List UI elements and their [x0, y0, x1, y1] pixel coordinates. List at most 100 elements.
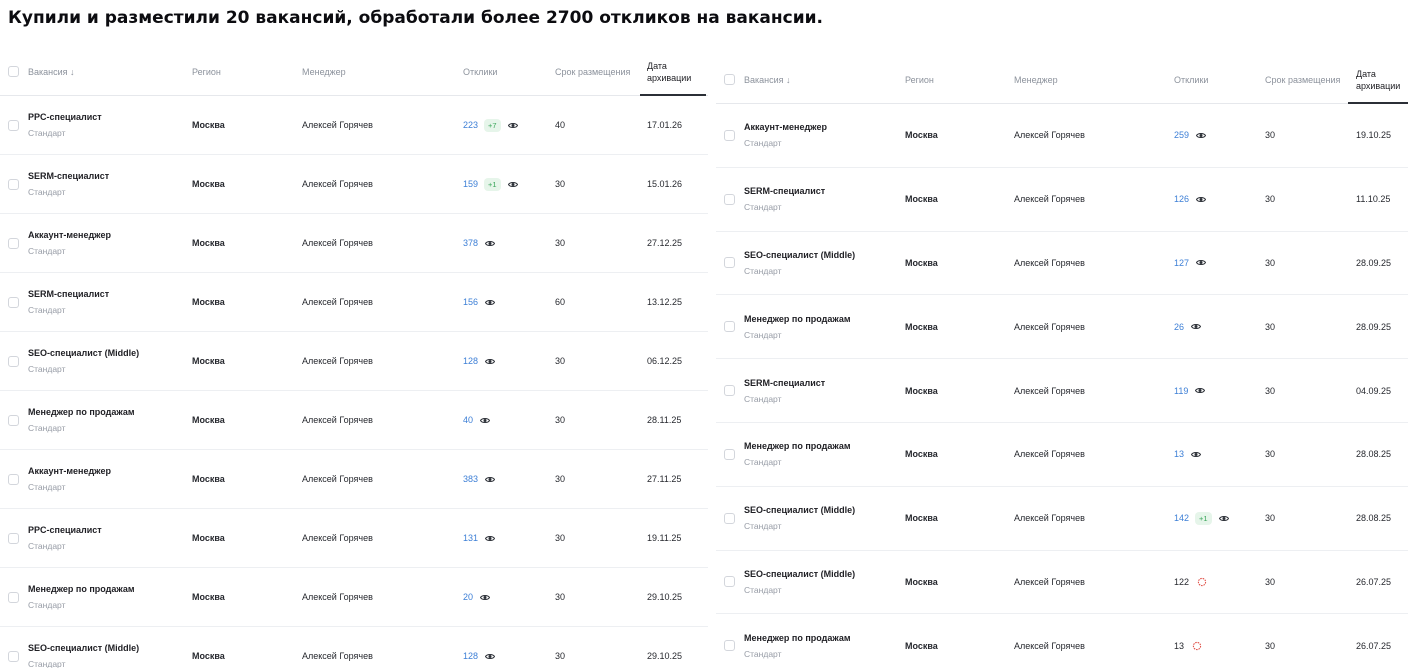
eye-icon[interactable]	[1196, 132, 1207, 139]
vacancy-title[interactable]: SERM-специалист	[28, 289, 109, 299]
eye-icon[interactable]	[485, 299, 496, 306]
vacancy-cell[interactable]: PPC-специалист Стандарт	[28, 96, 183, 154]
responses-count[interactable]: 13	[1174, 641, 1184, 651]
eye-icon[interactable]	[485, 476, 496, 483]
responses-count[interactable]: 119	[1174, 386, 1188, 396]
row-checkbox[interactable]	[8, 155, 22, 213]
table-row[interactable]: SEO-специалист (Middle) Стандарт Москва Але…	[716, 551, 1408, 615]
table-row[interactable]: SERM-специалист Стандарт Москва Алексей Гор…	[0, 155, 708, 214]
row-checkbox[interactable]	[724, 423, 738, 486]
select-all-checkbox[interactable]	[724, 56, 738, 103]
select-all-checkbox[interactable]	[8, 48, 22, 95]
row-checkbox[interactable]	[8, 273, 22, 331]
row-checkbox[interactable]	[8, 509, 22, 567]
responses-count[interactable]: 128	[463, 651, 478, 661]
vacancy-cell[interactable]: Аккаунт-менеджер Стандарт	[28, 214, 183, 272]
vacancy-title[interactable]: Менеджер по продажам	[28, 407, 135, 417]
vacancy-title[interactable]: Менеджер по продажам	[744, 441, 851, 451]
responses-count[interactable]: 378	[463, 238, 478, 248]
column-header-region[interactable]: Регион	[905, 56, 1005, 103]
responses-count[interactable]: 127	[1174, 258, 1189, 268]
vacancy-title[interactable]: SERM-специалист	[744, 378, 825, 388]
vacancy-cell[interactable]: SEO-специалист (Middle) Стандарт	[28, 332, 183, 390]
vacancy-title[interactable]: SEO-специалист (Middle)	[28, 348, 139, 358]
column-header-region[interactable]: Регион	[192, 48, 292, 95]
table-row[interactable]: SEO-специалист (Middle) Стандарт Москва Але…	[0, 332, 708, 391]
vacancy-title[interactable]: Аккаунт-менеджер	[28, 466, 111, 476]
column-header-responses[interactable]: Отклики	[1174, 56, 1254, 103]
column-header-vacancy[interactable]: Вакансия ↓	[744, 56, 894, 103]
vacancy-cell[interactable]: SEO-специалист (Middle) Стандарт	[28, 627, 183, 668]
vacancy-cell[interactable]: SERM-специалист Стандарт	[744, 168, 899, 231]
eye-icon[interactable]	[485, 535, 496, 542]
vacancy-title[interactable]: PPC-специалист	[28, 112, 102, 122]
responses-count[interactable]: 128	[463, 356, 478, 366]
column-header-manager[interactable]: Менеджер	[1014, 56, 1154, 103]
column-header-period[interactable]: Срок размещения	[555, 48, 637, 95]
eye-icon[interactable]	[507, 122, 518, 129]
row-checkbox[interactable]	[8, 214, 22, 272]
vacancy-cell[interactable]: SERM-специалист Стандарт	[28, 155, 183, 213]
vacancy-cell[interactable]: SEO-специалист (Middle) Стандарт	[744, 551, 899, 614]
vacancy-title[interactable]: SEO-специалист (Middle)	[744, 250, 855, 260]
responses-count[interactable]: 40	[463, 415, 473, 425]
vacancy-cell[interactable]: Аккаунт-менеджер Стандарт	[28, 450, 183, 508]
table-row[interactable]: Аккаунт-менеджер Стандарт Москва Алексей Го…	[0, 450, 708, 509]
table-row[interactable]: PPC-специалист Стандарт Москва Алексей Горя…	[0, 96, 708, 155]
vacancy-cell[interactable]: SEO-специалист (Middle) Стандарт	[744, 232, 899, 295]
table-row[interactable]: SEO-специалист (Middle) Стандарт Москва Але…	[0, 627, 708, 668]
column-header-period[interactable]: Срок размещения	[1265, 56, 1349, 103]
table-row[interactable]: Менеджер по продажам Стандарт Москва Алексе…	[716, 423, 1408, 487]
row-checkbox[interactable]	[724, 359, 738, 422]
table-row[interactable]: Менеджер по продажам Стандарт Москва Алексе…	[716, 295, 1408, 360]
vacancy-title[interactable]: Аккаунт-менеджер	[28, 230, 111, 240]
column-header-responses[interactable]: Отклики	[463, 48, 543, 95]
vacancy-cell[interactable]: Менеджер по продажам Стандарт	[744, 614, 899, 668]
responses-count[interactable]: 259	[1174, 130, 1189, 140]
vacancy-title[interactable]: SERM-специалист	[28, 171, 109, 181]
vacancy-cell[interactable]: Менеджер по продажам Стандарт	[28, 568, 183, 626]
vacancy-cell[interactable]: Аккаунт-менеджер Стандарт	[744, 104, 899, 167]
eye-icon[interactable]	[1218, 515, 1229, 522]
eye-icon[interactable]	[507, 181, 518, 188]
eye-icon[interactable]	[1196, 259, 1207, 266]
eye-icon[interactable]	[1195, 387, 1206, 394]
vacancy-cell[interactable]: PPC-специалист Стандарт	[28, 509, 183, 567]
vacancy-cell[interactable]: Менеджер по продажам Стандарт	[28, 391, 183, 449]
vacancy-title[interactable]: Менеджер по продажам	[744, 314, 851, 324]
column-header-archive-date[interactable]: Дата архивации	[1356, 56, 1408, 103]
vacancy-title[interactable]: Аккаунт-менеджер	[744, 122, 827, 132]
column-header-archive-date[interactable]: Дата архивации	[647, 48, 705, 95]
row-checkbox[interactable]	[8, 450, 22, 508]
table-row[interactable]: Аккаунт-менеджер Стандарт Москва Алексей Го…	[716, 104, 1408, 168]
responses-count[interactable]: 156	[463, 297, 478, 307]
eye-icon[interactable]	[485, 240, 496, 247]
eye-icon[interactable]	[1191, 323, 1202, 330]
row-checkbox[interactable]	[8, 96, 22, 154]
vacancy-title[interactable]: Менеджер по продажам	[28, 584, 135, 594]
table-row[interactable]: Аккаунт-менеджер Стандарт Москва Алексей Го…	[0, 214, 708, 273]
responses-count[interactable]: 126	[1174, 194, 1189, 204]
row-checkbox[interactable]	[8, 627, 22, 668]
row-checkbox[interactable]	[724, 232, 738, 295]
row-checkbox[interactable]	[8, 391, 22, 449]
table-row[interactable]: SEO-специалист (Middle) Стандарт Москва Але…	[716, 232, 1408, 296]
row-checkbox[interactable]	[724, 487, 738, 550]
responses-count[interactable]: 131	[463, 533, 478, 543]
eye-icon[interactable]	[485, 653, 496, 660]
eye-icon[interactable]	[480, 417, 491, 424]
row-checkbox[interactable]	[8, 568, 22, 626]
table-row[interactable]: Менеджер по продажам Стандарт Москва Алексе…	[716, 614, 1408, 668]
vacancy-title[interactable]: Менеджер по продажам	[744, 633, 851, 643]
responses-count[interactable]: 13	[1174, 449, 1184, 459]
row-checkbox[interactable]	[724, 168, 738, 231]
responses-count[interactable]: 159	[463, 179, 478, 189]
table-row[interactable]: SERM-специалист Стандарт Москва Алексей Гор…	[716, 359, 1408, 423]
column-header-manager[interactable]: Менеджер	[302, 48, 442, 95]
vacancy-title[interactable]: SEO-специалист (Middle)	[744, 569, 855, 579]
responses-count[interactable]: 223	[463, 120, 478, 130]
row-checkbox[interactable]	[724, 614, 738, 668]
responses-count[interactable]: 142	[1174, 513, 1189, 523]
vacancy-cell[interactable]: Менеджер по продажам Стандарт	[744, 423, 899, 486]
eye-icon[interactable]	[1191, 451, 1202, 458]
